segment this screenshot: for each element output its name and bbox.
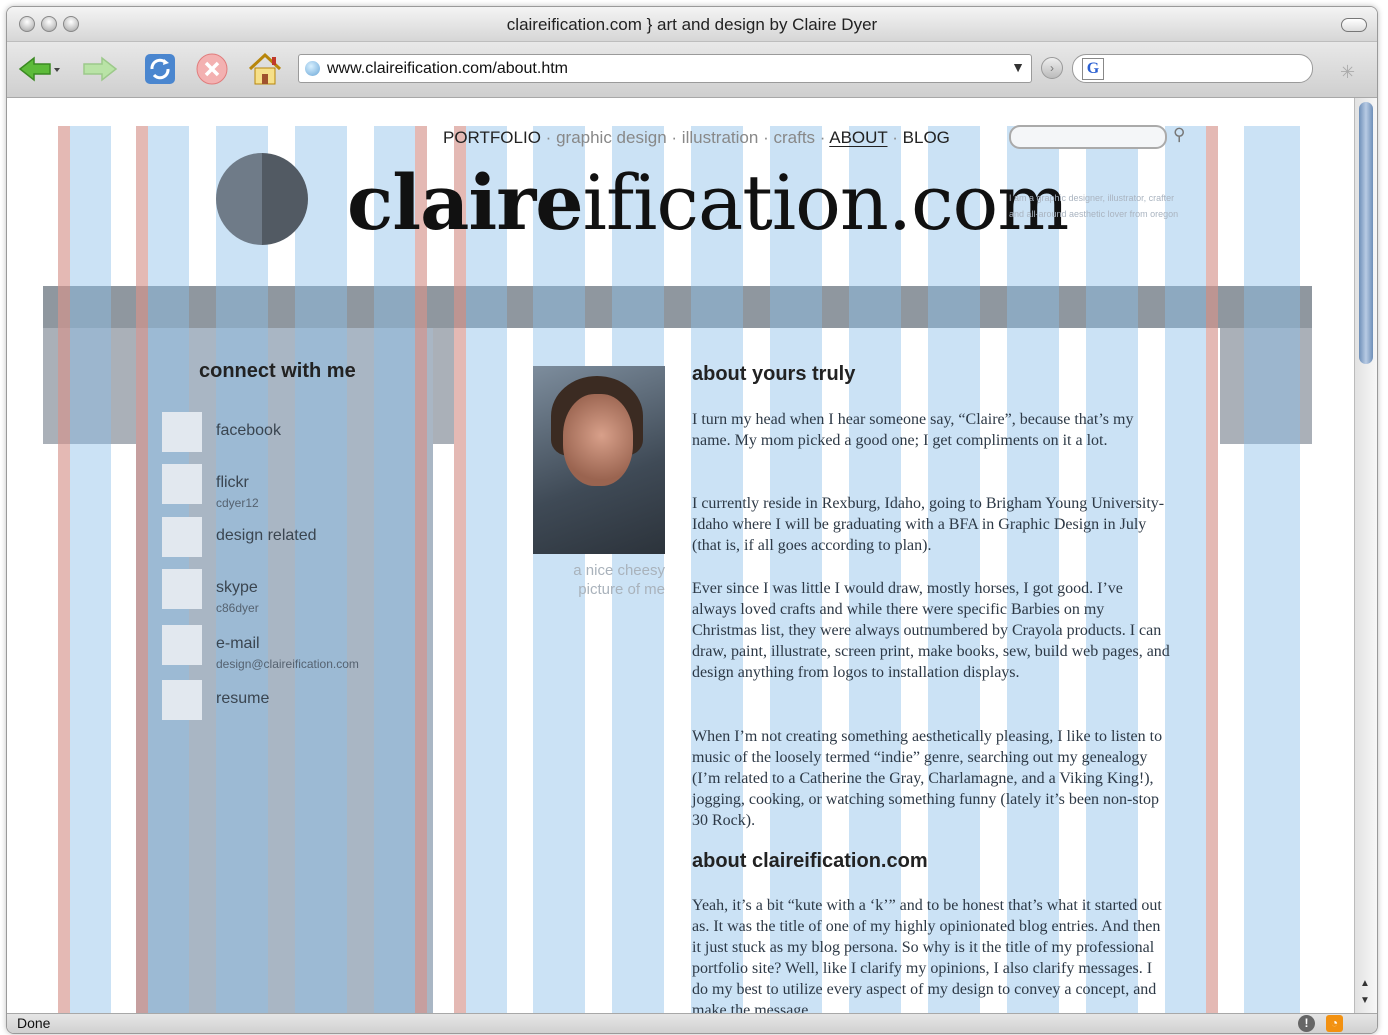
scroll-up-icon[interactable]: ▲ xyxy=(1360,978,1370,989)
photo-caption: a nice cheesy picture of me xyxy=(547,561,665,599)
profile-photo xyxy=(533,366,665,554)
grid-column xyxy=(928,126,980,1013)
nav-separator: · xyxy=(819,128,826,147)
scroll-down-icon[interactable]: ▼ xyxy=(1360,995,1370,1006)
grid-column xyxy=(1244,126,1300,1013)
tagline-line-1: I am a graphic designer, illustrator, cr… xyxy=(1009,193,1175,203)
url-text: www.claireification.com/about.htm xyxy=(327,60,568,77)
status-text: Done xyxy=(17,1015,51,1031)
forward-arrow-icon xyxy=(83,56,118,82)
warning-icon[interactable]: ! xyxy=(1298,1015,1315,1032)
forward-button[interactable] xyxy=(77,50,123,88)
site-logo[interactable]: claireification.com xyxy=(347,158,1070,247)
stop-button[interactable] xyxy=(193,50,231,88)
about-paragraph: Ever since I was little I would draw, mo… xyxy=(692,580,1170,681)
nav-blog[interactable]: BLOG xyxy=(903,128,950,147)
nav-graphic-design[interactable]: graphic design xyxy=(556,128,667,147)
connect-heading: connect with me xyxy=(199,360,356,382)
grid-column xyxy=(691,126,743,1013)
nav-separator: · xyxy=(892,128,898,147)
nav-separator: · xyxy=(763,128,769,147)
sidebar-item-sub: design@claireification.com xyxy=(216,657,359,671)
site-tagline: I am a graphic designer, illustrator, cr… xyxy=(1009,190,1209,222)
nav-separator: · xyxy=(545,128,552,147)
main-nav: PORTFOLIO · graphic design · illustratio… xyxy=(443,128,950,148)
activity-spinner-icon: ✳ xyxy=(1340,62,1356,82)
toolbar-toggle-button[interactable] xyxy=(1341,18,1367,32)
logo-rest-part: ification.com xyxy=(582,158,1070,247)
vertical-scrollbar[interactable]: ▲ ▼ xyxy=(1354,98,1377,1013)
status-bar: Done ! ◔ xyxy=(7,1013,1377,1033)
nav-portfolio[interactable]: PORTFOLIO xyxy=(443,128,541,147)
back-arrow-icon xyxy=(18,56,60,82)
grid-column xyxy=(1165,126,1206,1013)
stop-icon xyxy=(196,53,228,85)
reload-icon xyxy=(145,54,175,84)
about-heading: about yours truly xyxy=(692,363,856,385)
home-button[interactable] xyxy=(245,50,285,88)
logo-bold-part: claire xyxy=(347,158,584,247)
google-search-icon[interactable]: G xyxy=(1082,58,1104,80)
grid-column xyxy=(1007,126,1059,1013)
sidebar-item-label: resume xyxy=(216,690,270,707)
tagline-line-2: and all-around aesthetic lover from oreg… xyxy=(1009,209,1179,219)
browser-window: claireification.com } art and design by … xyxy=(6,6,1378,1034)
grid-column xyxy=(295,126,347,1013)
address-bar[interactable]: www.claireification.com/about.htm ▼ xyxy=(298,54,1032,83)
home-icon xyxy=(248,52,282,85)
sidebar-item-sub: cdyer12 xyxy=(216,496,259,510)
about-paragraph: I currently reside in Rexburg, Idaho, go… xyxy=(692,495,1165,554)
scrollbar-thumb[interactable] xyxy=(1359,102,1373,364)
flickr-icon xyxy=(162,464,202,504)
design-related-icon xyxy=(162,517,202,557)
sidebar-item-label: e-mail xyxy=(216,635,260,652)
globe-icon xyxy=(305,61,320,76)
grid-column xyxy=(770,126,822,1013)
photo-caption-line-2: picture of me xyxy=(578,581,665,598)
web-search-field[interactable]: G xyxy=(1072,54,1313,83)
site-heading: about claireification.com xyxy=(692,850,928,872)
nav-about[interactable]: ABOUT xyxy=(829,128,887,147)
nav-illustration[interactable]: illustration xyxy=(682,128,759,147)
grid-column xyxy=(374,126,415,1013)
grid-column xyxy=(136,126,148,1013)
title-bar: claireification.com } art and design by … xyxy=(7,7,1377,42)
nav-separator: · xyxy=(671,128,678,147)
reload-button[interactable] xyxy=(141,50,179,88)
grid-column xyxy=(415,126,427,1013)
site-paragraph: Yeah, it’s a bit “kute with a ‘k’” and t… xyxy=(692,897,1162,1013)
resume-icon xyxy=(162,680,202,720)
sidebar-item-label: design related xyxy=(216,527,317,544)
go-button[interactable]: › xyxy=(1041,57,1063,79)
sidebar-item-label: flickr xyxy=(216,474,249,491)
skype-icon xyxy=(162,569,202,609)
photo-caption-line-1: a nice cheesy xyxy=(573,562,665,579)
sidebar-item-label: facebook xyxy=(216,422,281,439)
sidebar-item-label: skype xyxy=(216,579,258,596)
grid-column xyxy=(1206,126,1218,1013)
logo-mark xyxy=(216,153,308,245)
search-icon[interactable]: ⚲ xyxy=(1173,125,1185,145)
grid-column xyxy=(216,126,268,1013)
grid-column xyxy=(466,126,507,1013)
about-paragraph: When I’m not creating something aestheti… xyxy=(692,728,1163,829)
photo-face xyxy=(563,394,633,486)
grid-column xyxy=(58,126,70,1013)
grid-column xyxy=(70,126,111,1013)
email-icon xyxy=(162,625,202,665)
facebook-icon xyxy=(162,412,202,452)
page-viewport: PORTFOLIO · graphic design · illustratio… xyxy=(7,98,1354,1013)
rss-feed-icon[interactable]: ◔ xyxy=(1326,1015,1343,1032)
back-button[interactable] xyxy=(15,50,61,88)
nav-crafts[interactable]: crafts xyxy=(773,128,815,147)
sidebar-item-sub: c86dyer xyxy=(216,601,259,615)
browser-toolbar: www.claireification.com/about.htm ▼ › G … xyxy=(7,42,1377,98)
grid-column xyxy=(849,126,901,1013)
grid-column xyxy=(1086,126,1138,1013)
about-paragraph: I turn my head when I hear someone say, … xyxy=(692,411,1134,449)
url-dropdown-icon[interactable]: ▼ xyxy=(1011,59,1025,75)
window-title: claireification.com } art and design by … xyxy=(506,15,878,34)
site-search-input[interactable] xyxy=(1009,125,1167,149)
grid-column xyxy=(454,126,466,1013)
